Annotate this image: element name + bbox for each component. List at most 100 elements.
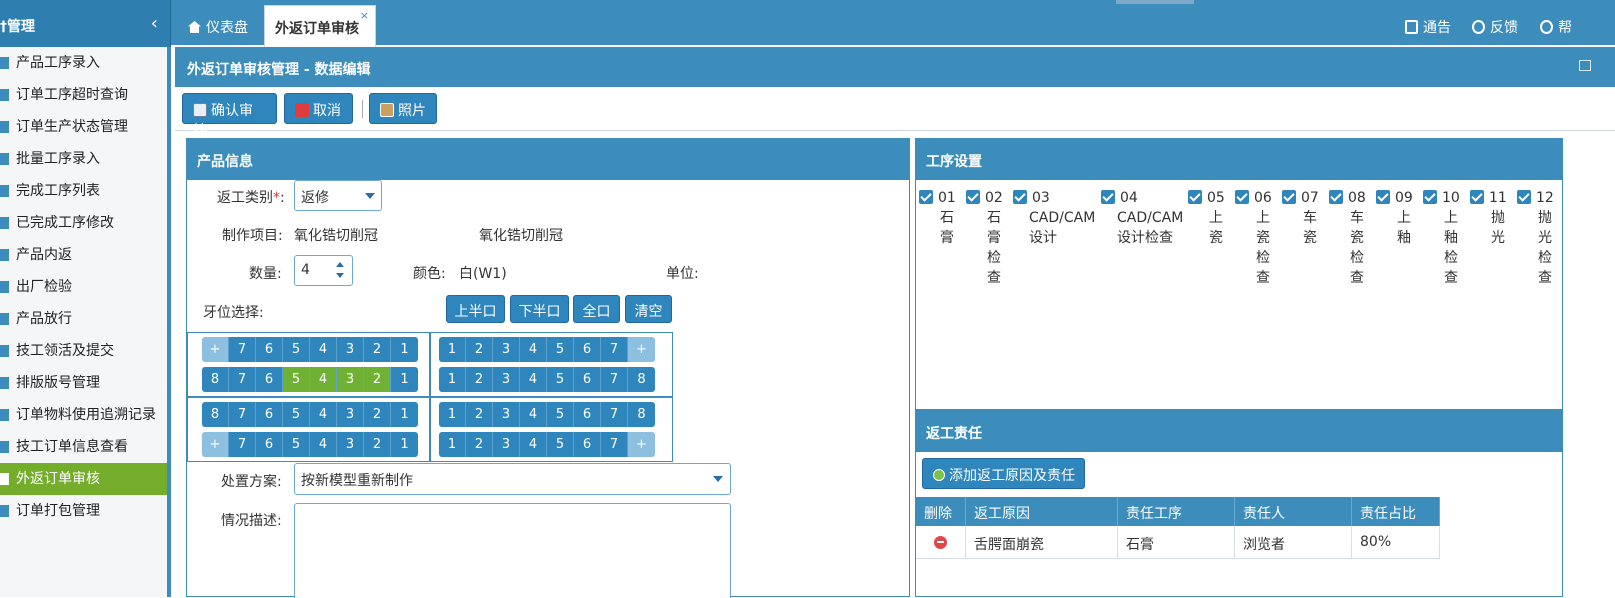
tooth[interactable]: 3 — [337, 337, 364, 362]
lower-half-button[interactable]: 下半口 — [510, 295, 569, 323]
tooth[interactable]: 1 — [391, 367, 418, 392]
full-mouth-button[interactable]: 全口 — [573, 295, 620, 323]
tooth[interactable]: 6 — [574, 367, 601, 392]
quantity-stepper[interactable]: 4 — [294, 255, 353, 286]
tooth[interactable]: 7 — [229, 432, 256, 457]
tooth[interactable]: 2 — [466, 402, 493, 427]
tooth[interactable]: 7 — [601, 337, 628, 362]
sidebar-item[interactable]: 技工订单信息查看 — [0, 431, 167, 463]
help-link[interactable]: 帮 — [1540, 17, 1572, 37]
tooth[interactable]: 1 — [391, 402, 418, 427]
sidebar-item[interactable]: 出厂检验 — [0, 271, 167, 303]
confirm-review-button[interactable]: 确认审核 — [182, 93, 277, 139]
tooth[interactable]: 5 — [283, 402, 310, 427]
tooth[interactable]: 4 — [520, 337, 547, 362]
tooth[interactable]: 1 — [391, 432, 418, 457]
tooth[interactable]: 2 — [364, 337, 391, 362]
tooth-add[interactable]: + — [628, 432, 655, 457]
tooth[interactable]: 5 — [547, 402, 574, 427]
tooth[interactable]: 3 — [337, 402, 364, 427]
tooth[interactable]: 6 — [256, 367, 283, 392]
tooth[interactable]: 3 — [493, 367, 520, 392]
tooth[interactable]: 4 — [520, 402, 547, 427]
tooth[interactable]: 7 — [229, 337, 256, 362]
tooth[interactable]: 2 — [466, 337, 493, 362]
tooth[interactable]: 3 — [493, 402, 520, 427]
increment-icon[interactable] — [336, 262, 344, 267]
sidebar-item[interactable]: 完成工序列表 — [0, 175, 167, 207]
sidebar-item[interactable]: 产品内返 — [0, 239, 167, 271]
tooth[interactable]: 1 — [439, 337, 466, 362]
tooth[interactable]: 8 — [202, 367, 229, 392]
tooth[interactable]: 8 — [628, 367, 655, 392]
sidebar-item[interactable]: 排版版号管理 — [0, 367, 167, 399]
rework-type-select[interactable]: 返修 — [294, 180, 382, 211]
tooth[interactable]: 4 — [310, 337, 337, 362]
tooth[interactable]: 7 — [601, 432, 628, 457]
photo-button[interactable]: 照片 — [369, 93, 437, 124]
tooth[interactable]: 6 — [574, 402, 601, 427]
tab-dashboard[interactable]: 仪表盘 — [178, 5, 258, 47]
notice-link[interactable]: 通告 — [1405, 17, 1451, 37]
tooth[interactable]: 4 — [310, 402, 337, 427]
tooth[interactable]: 7 — [229, 402, 256, 427]
restore-window-icon[interactable] — [1579, 60, 1591, 71]
sidebar-item[interactable]: 批量工序录入 — [0, 143, 167, 175]
tooth[interactable]: 5 — [283, 337, 310, 362]
upper-half-button[interactable]: 上半口 — [446, 295, 505, 323]
tooth-selected[interactable]: 4 — [310, 367, 337, 392]
tooth[interactable]: 4 — [520, 432, 547, 457]
tooth[interactable]: 3 — [493, 337, 520, 362]
clear-button[interactable]: 清空 — [625, 295, 672, 323]
chevron-left-icon[interactable]: ‹ — [151, 13, 158, 34]
tooth[interactable]: 2 — [466, 367, 493, 392]
tooth-add[interactable]: + — [202, 337, 229, 362]
tooth[interactable]: 1 — [439, 402, 466, 427]
tooth[interactable]: 1 — [391, 337, 418, 362]
tooth[interactable]: 4 — [310, 432, 337, 457]
tooth[interactable]: 1 — [439, 432, 466, 457]
tooth[interactable]: 6 — [256, 337, 283, 362]
tooth-selected[interactable]: 5 — [283, 367, 310, 392]
tooth[interactable]: 1 — [439, 367, 466, 392]
tooth[interactable]: 3 — [337, 432, 364, 457]
sidebar-item[interactable]: 订单打包管理 — [0, 495, 167, 527]
delete-icon[interactable] — [934, 536, 947, 549]
plan-select[interactable]: 按新模型重新制作 — [294, 463, 731, 495]
sidebar-toggle-handle[interactable]: ‹ — [171, 395, 177, 406]
sidebar-item[interactable]: 订单物料使用追溯记录 — [0, 399, 167, 431]
feedback-link[interactable]: 反馈 — [1472, 17, 1518, 37]
tooth[interactable]: 5 — [547, 432, 574, 457]
tooth[interactable]: 5 — [547, 367, 574, 392]
sidebar-item[interactable]: 订单生产状态管理 — [0, 111, 167, 143]
cancel-button[interactable]: 取消 — [284, 93, 353, 124]
sidebar-item[interactable]: 已完成工序修改 — [0, 207, 167, 239]
tooth[interactable]: 4 — [520, 367, 547, 392]
tooth[interactable]: 2 — [364, 402, 391, 427]
tooth-add[interactable]: + — [628, 337, 655, 362]
sidebar-item[interactable]: 产品放行 — [0, 303, 167, 335]
decrement-icon[interactable] — [336, 273, 344, 278]
tooth[interactable]: 6 — [256, 402, 283, 427]
tooth[interactable]: 5 — [547, 337, 574, 362]
tooth[interactable]: 7 — [601, 367, 628, 392]
tab-external-order-review[interactable]: 外返订单审核 × — [264, 5, 376, 47]
sidebar-item-active[interactable]: 外返订单审核 — [0, 463, 167, 495]
tooth[interactable]: 6 — [256, 432, 283, 457]
sidebar-item[interactable]: 订单工序超时查询 — [0, 79, 167, 111]
tooth[interactable]: 6 — [574, 337, 601, 362]
tooth[interactable]: 2 — [466, 432, 493, 457]
close-icon[interactable]: × — [360, 9, 369, 22]
description-textarea[interactable] — [294, 503, 731, 598]
tooth[interactable]: 5 — [283, 432, 310, 457]
sidebar-item[interactable]: 技工领活及提交 — [0, 335, 167, 367]
tooth[interactable]: 7 — [229, 367, 256, 392]
tooth[interactable]: 8 — [202, 402, 229, 427]
add-rework-reason-button[interactable]: 添加返工原因及责任 — [922, 458, 1085, 489]
tooth[interactable]: 3 — [493, 432, 520, 457]
tooth[interactable]: 6 — [574, 432, 601, 457]
tooth-add[interactable]: + — [202, 432, 229, 457]
tooth[interactable]: 7 — [601, 402, 628, 427]
tooth-selected[interactable]: 3 — [337, 367, 364, 392]
sidebar-item[interactable]: 产品工序录入 — [0, 47, 167, 79]
